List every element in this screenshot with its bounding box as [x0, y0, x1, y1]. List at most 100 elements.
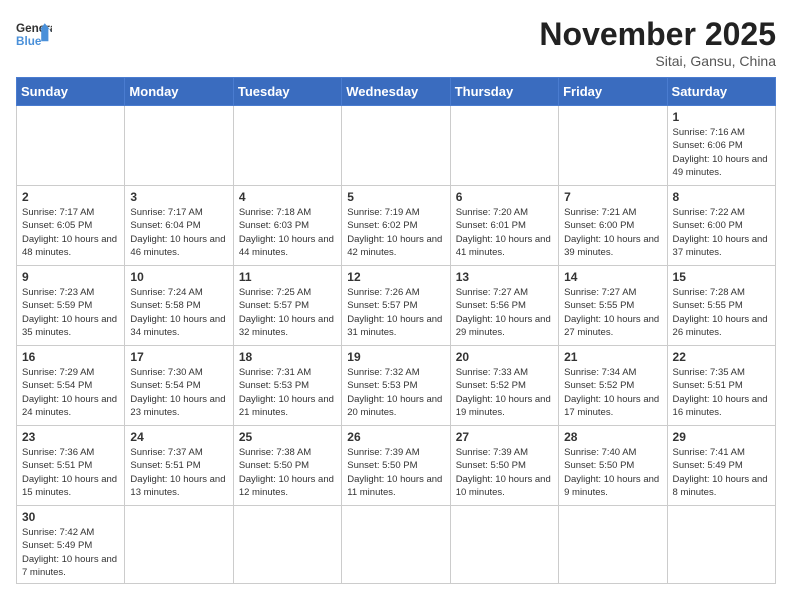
calendar-cell: 3Sunrise: 7:17 AM Sunset: 6:04 PM Daylig…	[125, 186, 233, 266]
day-info: Sunrise: 7:36 AM Sunset: 5:51 PM Dayligh…	[22, 446, 119, 499]
day-number: 21	[564, 350, 661, 364]
day-number: 24	[130, 430, 227, 444]
logo-icon: General Blue	[16, 16, 52, 52]
calendar-week-row: 1 Sunrise: 7:16 AM Sunset: 6:06 PM Daylig…	[17, 106, 776, 186]
calendar-cell: 14Sunrise: 7:27 AM Sunset: 5:55 PM Dayli…	[559, 266, 667, 346]
day-number: 11	[239, 270, 336, 284]
calendar-cell: 5Sunrise: 7:19 AM Sunset: 6:02 PM Daylig…	[342, 186, 450, 266]
page-header: General Blue November 2025 Sitai, Gansu,…	[16, 16, 776, 69]
day-info: Sunrise: 7:16 AM Sunset: 6:06 PM Dayligh…	[673, 126, 770, 179]
calendar-cell: 16Sunrise: 7:29 AM Sunset: 5:54 PM Dayli…	[17, 346, 125, 426]
location: Sitai, Gansu, China	[539, 53, 776, 69]
calendar-cell: 4Sunrise: 7:18 AM Sunset: 6:03 PM Daylig…	[233, 186, 341, 266]
day-number: 10	[130, 270, 227, 284]
day-number: 27	[456, 430, 553, 444]
day-info: Sunrise: 7:17 AM Sunset: 6:05 PM Dayligh…	[22, 206, 119, 259]
day-number: 8	[673, 190, 770, 204]
calendar-cell: 12Sunrise: 7:26 AM Sunset: 5:57 PM Dayli…	[342, 266, 450, 346]
day-number: 1	[673, 110, 770, 124]
calendar-cell: 13 Sunrise: 7:27 AM Sunset: 5:56 PM Dayli…	[450, 266, 558, 346]
day-info: Sunrise: 7:30 AM Sunset: 5:54 PM Dayligh…	[130, 366, 227, 419]
column-header-saturday: Saturday	[667, 78, 775, 106]
calendar-week-row: 16Sunrise: 7:29 AM Sunset: 5:54 PM Dayli…	[17, 346, 776, 426]
day-number: 15	[673, 270, 770, 284]
day-info: Sunrise: 7:29 AM Sunset: 5:54 PM Dayligh…	[22, 366, 119, 419]
day-number: 22	[673, 350, 770, 364]
day-info: Sunrise: 7:42 AM Sunset: 5:49 PM Dayligh…	[22, 526, 119, 579]
day-info: Sunrise: 7:24 AM Sunset: 5:58 PM Dayligh…	[130, 286, 227, 339]
day-info: Sunrise: 7:23 AM Sunset: 5:59 PM Dayligh…	[22, 286, 119, 339]
day-info: Sunrise: 7:39 AM Sunset: 5:50 PM Dayligh…	[456, 446, 553, 499]
day-info: Sunrise: 7:18 AM Sunset: 6:03 PM Dayligh…	[239, 206, 336, 259]
calendar-cell: 22 Sunrise: 7:35 AM Sunset: 5:51 PM Dayli…	[667, 346, 775, 426]
calendar-cell	[125, 506, 233, 584]
column-header-thursday: Thursday	[450, 78, 558, 106]
day-info: Sunrise: 7:27 AM Sunset: 5:56 PM Dayligh…	[456, 286, 553, 339]
calendar-cell: 27 Sunrise: 7:39 AM Sunset: 5:50 PM Dayli…	[450, 426, 558, 506]
calendar-cell	[450, 506, 558, 584]
calendar-cell: 25 Sunrise: 7:38 AM Sunset: 5:50 PM Dayli…	[233, 426, 341, 506]
column-header-friday: Friday	[559, 78, 667, 106]
calendar-week-row: 30 Sunrise: 7:42 AM Sunset: 5:49 PM Dayli…	[17, 506, 776, 584]
column-header-tuesday: Tuesday	[233, 78, 341, 106]
day-number: 2	[22, 190, 119, 204]
day-info: Sunrise: 7:31 AM Sunset: 5:53 PM Dayligh…	[239, 366, 336, 419]
calendar-week-row: 2 Sunrise: 7:17 AM Sunset: 6:05 PM Daylig…	[17, 186, 776, 266]
calendar-cell: 9 Sunrise: 7:23 AM Sunset: 5:59 PM Daylig…	[17, 266, 125, 346]
calendar-cell: 18Sunrise: 7:31 AM Sunset: 5:53 PM Dayli…	[233, 346, 341, 426]
day-info: Sunrise: 7:37 AM Sunset: 5:51 PM Dayligh…	[130, 446, 227, 499]
calendar-cell: 21Sunrise: 7:34 AM Sunset: 5:52 PM Dayli…	[559, 346, 667, 426]
day-info: Sunrise: 7:28 AM Sunset: 5:55 PM Dayligh…	[673, 286, 770, 339]
day-info: Sunrise: 7:40 AM Sunset: 5:50 PM Dayligh…	[564, 446, 661, 499]
calendar-cell	[342, 106, 450, 186]
day-number: 29	[673, 430, 770, 444]
calendar-cell	[450, 106, 558, 186]
calendar-cell	[559, 106, 667, 186]
day-number: 7	[564, 190, 661, 204]
month-title: November 2025	[539, 16, 776, 53]
calendar-cell: 23 Sunrise: 7:36 AM Sunset: 5:51 PM Dayli…	[17, 426, 125, 506]
day-number: 25	[239, 430, 336, 444]
calendar-cell	[233, 506, 341, 584]
day-number: 19	[347, 350, 444, 364]
day-info: Sunrise: 7:25 AM Sunset: 5:57 PM Dayligh…	[239, 286, 336, 339]
day-number: 13	[456, 270, 553, 284]
calendar-cell: 24 Sunrise: 7:37 AM Sunset: 5:51 PM Dayli…	[125, 426, 233, 506]
day-number: 26	[347, 430, 444, 444]
day-info: Sunrise: 7:38 AM Sunset: 5:50 PM Dayligh…	[239, 446, 336, 499]
calendar-cell: 11 Sunrise: 7:25 AM Sunset: 5:57 PM Dayli…	[233, 266, 341, 346]
day-number: 6	[456, 190, 553, 204]
day-number: 23	[22, 430, 119, 444]
calendar-cell: 7 Sunrise: 7:21 AM Sunset: 6:00 PM Daylig…	[559, 186, 667, 266]
day-number: 17	[130, 350, 227, 364]
calendar-cell	[342, 506, 450, 584]
column-header-wednesday: Wednesday	[342, 78, 450, 106]
day-info: Sunrise: 7:19 AM Sunset: 6:02 PM Dayligh…	[347, 206, 444, 259]
day-info: Sunrise: 7:39 AM Sunset: 5:50 PM Dayligh…	[347, 446, 444, 499]
calendar-cell	[233, 106, 341, 186]
calendar-cell: 19 Sunrise: 7:32 AM Sunset: 5:53 PM Dayli…	[342, 346, 450, 426]
day-info: Sunrise: 7:33 AM Sunset: 5:52 PM Dayligh…	[456, 366, 553, 419]
calendar-cell: 1 Sunrise: 7:16 AM Sunset: 6:06 PM Daylig…	[667, 106, 775, 186]
day-info: Sunrise: 7:41 AM Sunset: 5:49 PM Dayligh…	[673, 446, 770, 499]
calendar-week-row: 23 Sunrise: 7:36 AM Sunset: 5:51 PM Dayli…	[17, 426, 776, 506]
calendar-table: SundayMondayTuesdayWednesdayThursdayFrid…	[16, 77, 776, 584]
day-number: 9	[22, 270, 119, 284]
column-header-monday: Monday	[125, 78, 233, 106]
day-info: Sunrise: 7:26 AM Sunset: 5:57 PM Dayligh…	[347, 286, 444, 339]
calendar-cell: 6Sunrise: 7:20 AM Sunset: 6:01 PM Daylig…	[450, 186, 558, 266]
day-info: Sunrise: 7:35 AM Sunset: 5:51 PM Dayligh…	[673, 366, 770, 419]
day-number: 20	[456, 350, 553, 364]
calendar-cell: 8Sunrise: 7:22 AM Sunset: 6:00 PM Daylig…	[667, 186, 775, 266]
calendar-cell: 29 Sunrise: 7:41 AM Sunset: 5:49 PM Dayli…	[667, 426, 775, 506]
day-info: Sunrise: 7:32 AM Sunset: 5:53 PM Dayligh…	[347, 366, 444, 419]
calendar-cell	[559, 506, 667, 584]
calendar-cell: 2 Sunrise: 7:17 AM Sunset: 6:05 PM Daylig…	[17, 186, 125, 266]
day-number: 30	[22, 510, 119, 524]
calendar-header-row: SundayMondayTuesdayWednesdayThursdayFrid…	[17, 78, 776, 106]
calendar-cell: 20 Sunrise: 7:33 AM Sunset: 5:52 PM Dayli…	[450, 346, 558, 426]
day-info: Sunrise: 7:21 AM Sunset: 6:00 PM Dayligh…	[564, 206, 661, 259]
calendar-cell: 30 Sunrise: 7:42 AM Sunset: 5:49 PM Dayli…	[17, 506, 125, 584]
calendar-cell: 15 Sunrise: 7:28 AM Sunset: 5:55 PM Dayli…	[667, 266, 775, 346]
calendar-cell	[125, 106, 233, 186]
